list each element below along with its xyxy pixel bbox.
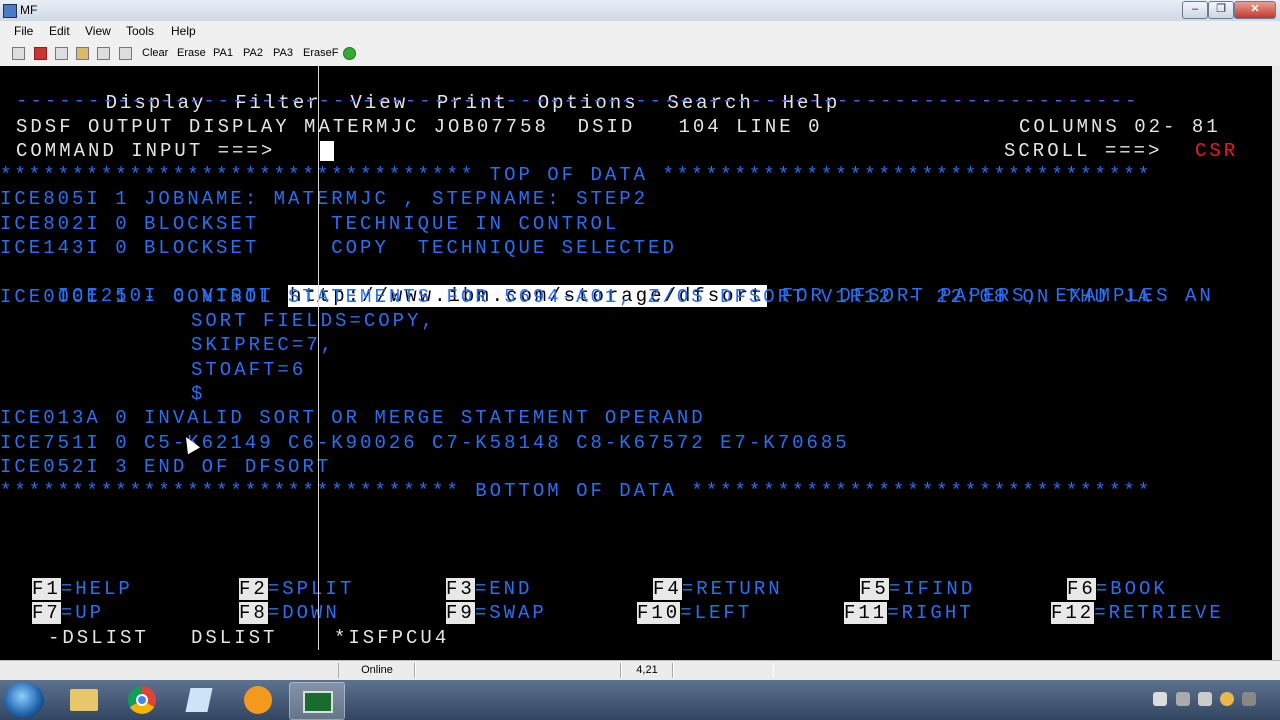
command-input-field[interactable] (320, 141, 334, 161)
clear-button[interactable]: Clear (142, 47, 168, 59)
window-title: MF (20, 3, 38, 17)
pa1-button[interactable]: PA1 (213, 47, 233, 59)
fkey-f2[interactable]: F2=SPLIT (239, 577, 354, 601)
fkey-f10[interactable]: F10=LEFT (637, 601, 752, 625)
bottom-of-data: ******************************** BOTTOM … (0, 480, 1153, 502)
scroll-label: SCROLL ===> (1004, 140, 1163, 162)
toolbar: Clear Erase PA1 PA2 PA3 EraseF (0, 42, 1280, 67)
close-button[interactable]: ✕ (1234, 1, 1276, 19)
status-bar: Online 4,21 (0, 660, 1280, 681)
copy-icon[interactable] (55, 47, 68, 60)
columns-indicator: COLUMNS 02- 81 (1019, 116, 1221, 138)
windows-explorer-icon[interactable] (57, 682, 111, 718)
chrome-icon[interactable] (115, 682, 169, 718)
error-message: ICE013A 0 INVALID SORT OR MERGE STATEMEN… (0, 407, 706, 429)
control-statement: SORT FIELDS=COPY, (191, 310, 436, 332)
notepad-icon[interactable] (173, 682, 227, 718)
minimize-button[interactable]: – (1182, 1, 1208, 19)
session-tab-dslist-1[interactable]: -DSLIST (48, 626, 149, 650)
vertical-scrollbar[interactable] (1272, 66, 1280, 660)
scroll-input[interactable]: CSR (1195, 139, 1238, 163)
terminal-icon[interactable] (289, 682, 345, 720)
output-line: ICE805I 1 JOBNAME: MATERMJC , STEPNAME: … (0, 188, 649, 210)
output-line: ICE143I 0 BLOCKSET COPY TECHNIQUE SELECT… (0, 237, 677, 259)
cut-icon[interactable] (34, 47, 47, 60)
paste-icon[interactable] (76, 47, 89, 60)
new-icon[interactable] (12, 47, 25, 60)
pa3-button[interactable]: PA3 (273, 47, 293, 59)
output-line: ICE052I 3 END OF DFSORT (0, 456, 332, 478)
fkey-f3[interactable]: F3=END (446, 577, 532, 601)
control-statement: $ (191, 383, 206, 405)
fkey-f12[interactable]: F12=RETRIEVE (1051, 601, 1224, 625)
menu-file[interactable]: File (14, 24, 33, 38)
menu-divider: ----------------------------------------… (16, 90, 1140, 112)
maximize-button[interactable]: ❐ (1208, 1, 1234, 19)
split-line (318, 66, 319, 650)
top-of-data: ********************************* TOP OF… (0, 164, 1153, 186)
tray-app-icon[interactable] (1220, 692, 1234, 706)
taskbar (0, 680, 1280, 720)
fkey-f4[interactable]: F4=RETURN (653, 577, 783, 601)
network-icon[interactable] (1176, 692, 1190, 706)
fkey-f9[interactable]: F9=SWAP (446, 601, 547, 625)
tray-icon[interactable] (1242, 692, 1256, 706)
output-line: ICE000I 1 - CONTROL STATEMENTS FOR 5694-… (0, 286, 1153, 308)
play-icon[interactable] (343, 47, 356, 60)
start-button-icon[interactable] (4, 682, 44, 718)
app-icon[interactable] (231, 682, 285, 718)
status-empty (672, 663, 774, 678)
session-tab-isfpcu4[interactable]: *ISFPCU4 (334, 626, 449, 650)
fkey-f1[interactable]: F1=HELP (32, 577, 133, 601)
command-input-label: COMMAND INPUT ===> (16, 140, 276, 162)
menu-tools[interactable]: Tools (126, 24, 154, 38)
menu-bar: File Edit View Tools Help (0, 21, 1280, 42)
erase-button[interactable]: Erase (177, 47, 206, 59)
control-statement: SKIPREC=7, (191, 334, 336, 356)
screen-icon[interactable] (119, 47, 132, 60)
control-statement: STOAFT=6 (191, 359, 307, 381)
terminal-screen[interactable]: Display Filter View Print Options Search… (0, 66, 1272, 660)
fkey-f5[interactable]: F5=IFIND (860, 577, 975, 601)
volume-icon[interactable] (1198, 692, 1212, 706)
output-display-title: SDSF OUTPUT DISPLAY MATERMJC JOB07758 DS… (16, 116, 823, 138)
window-title-bar: MF – ❐ ✕ (0, 0, 1280, 21)
output-line: ICE802I 0 BLOCKSET TECHNIQUE IN CONTROL (0, 213, 620, 235)
menu-view[interactable]: View (85, 24, 111, 38)
menu-help[interactable]: Help (171, 24, 196, 38)
fkey-f7[interactable]: F7=UP (32, 601, 104, 625)
status-empty (414, 663, 622, 678)
output-line: ICE751I 0 C5-K62149 C6-K90026 C7-K58148 … (0, 432, 850, 454)
session-tab-dslist-2[interactable]: DSLIST (191, 626, 277, 650)
fkey-f8[interactable]: F8=DOWN (239, 601, 340, 625)
fkey-f11[interactable]: F11=RIGHT (844, 601, 974, 625)
cursor-position: 4,21 (620, 663, 674, 678)
menu-edit[interactable]: Edit (49, 24, 70, 38)
action-center-icon[interactable] (1153, 692, 1167, 706)
pa2-button[interactable]: PA2 (243, 47, 263, 59)
connection-status: Online (338, 663, 416, 678)
print-icon[interactable] (97, 47, 110, 60)
app-icon (3, 4, 17, 18)
erasef-button[interactable]: EraseF (303, 47, 338, 59)
fkey-f6[interactable]: F6=BOOK (1067, 577, 1168, 601)
